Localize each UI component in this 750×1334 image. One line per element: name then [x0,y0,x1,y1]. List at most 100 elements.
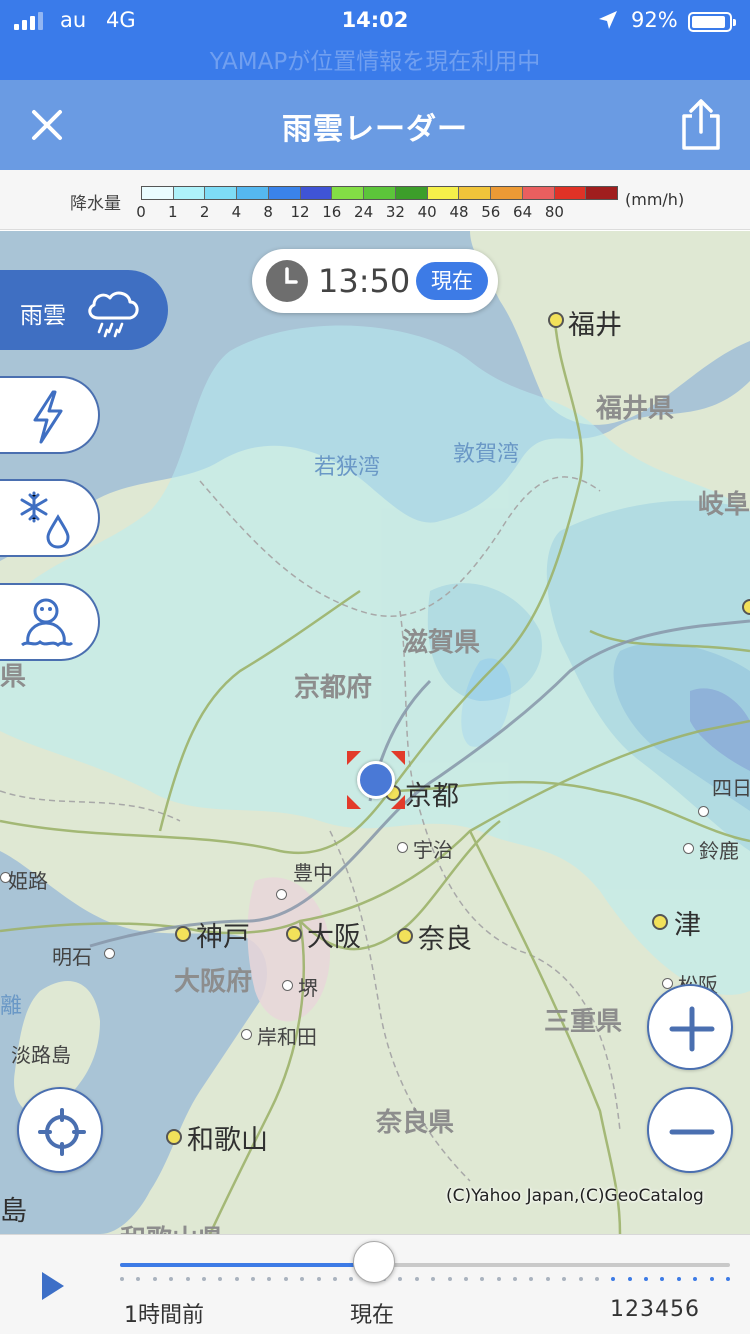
radar-time-pill[interactable]: 13:50 現在 [252,249,498,313]
crosshair-icon [38,1108,86,1156]
timeline-tick [201,1277,206,1281]
legend-tick-label: 2 [199,203,210,221]
legend-swatch-6 [332,187,365,199]
layer-rain-button[interactable]: 雨雲 [0,270,168,350]
label-kyoto: 京都 [405,781,459,812]
timeline-tick [283,1277,288,1281]
timeline-tick [398,1277,403,1281]
legend-swatch-8 [395,187,428,199]
play-icon [42,1272,64,1300]
timeline-tick [185,1277,190,1281]
label-kyoto-pref: 京都府 [294,673,373,703]
legend-swatch-0 [142,187,174,199]
legend-tick-label: 12 [290,203,310,221]
legend-tick-label: 40 [417,203,437,221]
label-toyonaka: 豊中 [293,861,333,885]
radar-time: 13:50 [318,262,411,300]
town-marker-sakai [282,980,293,991]
label-himeji: 姫路 [8,869,48,893]
label-left-edge-2: 離 [0,994,23,1019]
locate-button[interactable] [17,1087,103,1173]
city-marker-tsu [652,914,668,930]
layer-lightning-button[interactable] [0,376,100,454]
timeline-tick [267,1277,272,1281]
legend-unit: (mm/h) [625,190,685,209]
label-yokkaichi-partial: 四日 [712,776,750,800]
legend-swatch-3 [237,187,269,199]
layer-snowman-button[interactable] [0,583,100,661]
snow-drop-icon [20,491,70,549]
share-button[interactable] [674,96,728,154]
label-akashi: 明石 [52,945,92,969]
label-wakayama: 和歌山 [187,1125,268,1156]
legend-swatch-4 [268,187,301,199]
legend-tick-label: 56 [481,203,501,221]
rain-radar-map[interactable]: 福井 福井県 岐阜 若狭湾 敦賀湾 滋賀県 京都府 県 京都 宇治 豊中 姫路 … [0,231,750,1234]
label-suzuka: 鈴鹿 [699,839,739,863]
cloud-rain-icon [88,291,139,338]
city-marker-nara [397,928,413,944]
legend-tick-label: 8 [263,203,273,221]
now-badge: 現在 [416,262,488,300]
timeline-tick [300,1277,305,1281]
legend-tick-label: 24 [354,203,374,221]
zoom-out-button[interactable] [647,1087,733,1173]
timeline-tick [431,1277,436,1281]
status-bar: au 4G 14:02 92% YAMAPが位置情報を現在利用中 [0,0,750,80]
nav-bar: 雨雲レーダー [0,80,750,170]
timeline-tick [496,1277,501,1281]
label-fukui: 福井 [568,310,622,341]
legend-swatch-12 [522,187,555,199]
legend-swatch-7 [364,187,396,199]
label-gifu-partial: 岐阜 [698,490,750,520]
label-awaji: 淡路島 [11,1043,71,1067]
lightning-icon [33,390,63,444]
label-kobe: 神戸 [196,922,250,953]
city-marker-wakayama [166,1129,182,1145]
legend-tick-label: 64 [513,203,533,221]
label-tsuruga-bay: 敦賀湾 [453,442,520,467]
city-marker-fukui [548,312,564,328]
label-shiga-pref: 滋賀県 [402,628,481,658]
timeline-tick [316,1277,321,1281]
timeline-progress [120,1263,375,1267]
label-mie-pref: 三重県 [544,1007,623,1037]
layer-snow-button[interactable] [0,479,100,557]
timeline-tick [349,1277,354,1281]
timeline-tick [513,1277,518,1281]
timeline-tick [594,1277,599,1281]
page-title: 雨雲レーダー [282,112,468,147]
snowman-icon [21,598,74,647]
legend-tick-label: 1 [168,203,178,221]
town-marker-kishiwada [241,1029,252,1040]
play-button[interactable] [38,1269,68,1303]
timeline-tick [414,1277,419,1281]
timeline-tick [463,1277,468,1281]
timeline-tick [545,1277,550,1281]
timeline-tick [447,1277,452,1281]
map-base [0,231,750,1234]
timeline-tick [529,1277,534,1281]
timeline-tick [251,1277,256,1281]
city-marker-osaka [286,926,302,942]
city-marker-kobe [175,926,191,942]
zoom-in-button[interactable] [647,984,733,1070]
legend-tick-label: 16 [322,203,342,221]
timeline-tick [644,1277,649,1281]
timeline-label-future: 123456 [610,1297,700,1322]
label-left-edge-1: 県 [0,662,27,692]
location-usage-banner[interactable]: YAMAPが位置情報を現在利用中 [0,42,750,76]
legend-swatch-14 [586,187,618,199]
legend-color-scale [141,186,618,200]
legend-tick-label: 48 [449,203,469,221]
timeline-tick [660,1277,665,1281]
timeline-label-past: 1時間前 [124,1303,204,1328]
label-osaka-pref: 大阪府 [174,967,253,997]
legend-swatch-13 [554,187,587,199]
timeline-tick [578,1277,583,1281]
radar-timeline: 1時間前 現在 123456 [0,1234,750,1334]
legend-swatch-10 [459,187,492,199]
current-location-marker [347,751,405,809]
timeline-tick [693,1277,698,1281]
timeline-track[interactable] [120,1263,730,1267]
